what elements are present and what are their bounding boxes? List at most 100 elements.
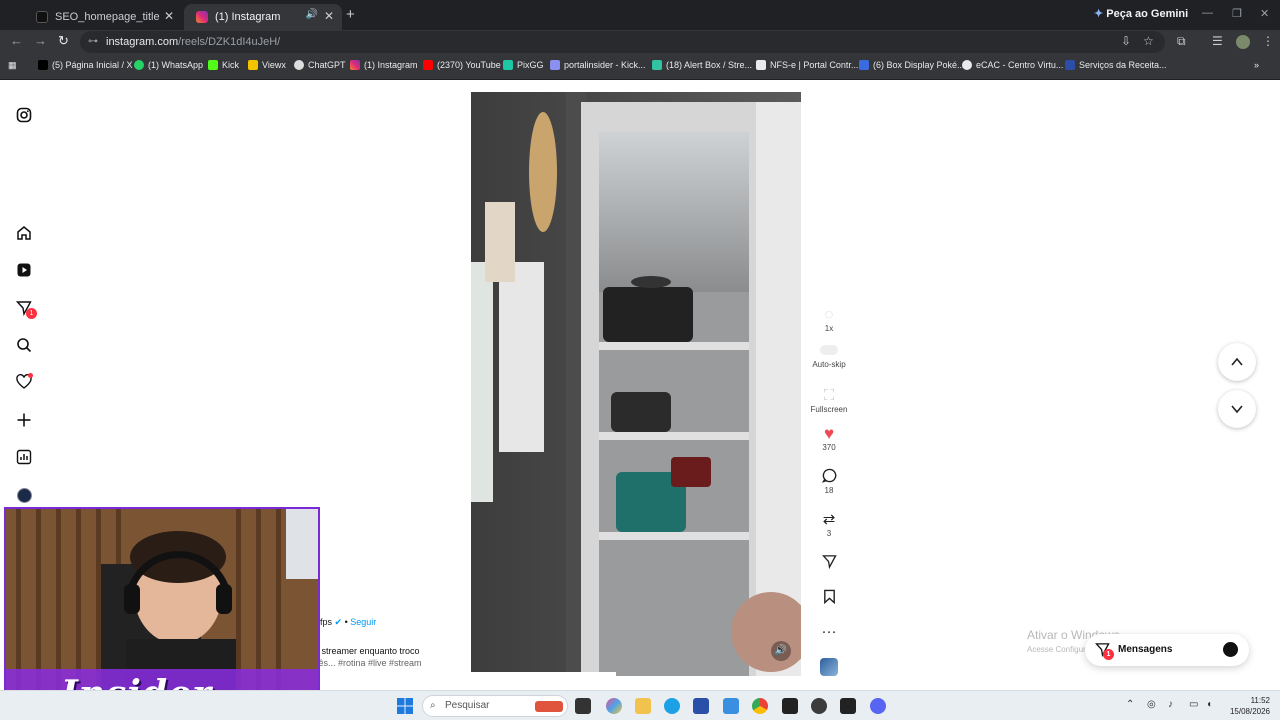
extensions-icon[interactable]: ⧉ xyxy=(1177,34,1186,49)
close-icon[interactable]: ✕ xyxy=(324,9,334,23)
reel-video-frame xyxy=(471,92,801,676)
search-icon[interactable] xyxy=(14,335,34,355)
new-tab-button[interactable]: + xyxy=(346,6,355,23)
taskbar-search-input[interactable]: ⌕ Pesquisar xyxy=(422,695,568,717)
install-app-icon[interactable]: ⇩ xyxy=(1121,34,1131,48)
autoskip-label: Auto-skip xyxy=(812,360,846,369)
previous-reel-button[interactable] xyxy=(1218,343,1256,381)
tab-label: (1) Instagram xyxy=(215,11,281,23)
taskbar-clock[interactable]: 11:52 15/08/2026 xyxy=(1226,695,1270,717)
bookmark-instagram[interactable]: (1) Instagram xyxy=(350,60,418,70)
back-icon[interactable]: ← xyxy=(10,33,23,48)
store-icon[interactable] xyxy=(693,698,709,714)
copilot-icon[interactable] xyxy=(606,698,622,714)
microphone-icon[interactable]: ♪ xyxy=(1168,699,1173,710)
comment-button[interactable]: 18 xyxy=(809,468,849,495)
forward-icon[interactable]: → xyxy=(34,33,47,48)
volume-icon[interactable]: ◖ xyxy=(1206,699,1212,710)
audio-thumbnail[interactable] xyxy=(809,658,849,678)
bookmark-whatsapp[interactable]: (1) WhatsApp xyxy=(134,60,203,70)
outlook-icon[interactable] xyxy=(723,698,739,714)
volume-icon[interactable]: 🔊 xyxy=(771,641,791,661)
author-name[interactable]: fps xyxy=(320,617,332,627)
home-icon[interactable] xyxy=(14,223,34,243)
streamer-webcam-overlay: Insider xyxy=(4,507,320,720)
bookmark-label: PixGG xyxy=(517,60,544,70)
follow-button[interactable]: Seguir xyxy=(350,617,376,627)
notifications-heart-icon[interactable] xyxy=(14,372,34,392)
create-icon[interactable] xyxy=(14,410,34,430)
autoskip-toggle[interactable]: Auto-skip xyxy=(807,342,851,369)
fullscreen-button[interactable]: ⛶ Fullscreen xyxy=(807,387,851,414)
obs-icon[interactable] xyxy=(811,698,827,714)
bookmark-youtube[interactable]: (2370) YouTube xyxy=(423,60,501,70)
bookmark-star-icon[interactable]: ☆ xyxy=(1143,34,1154,48)
tab-search-icon[interactable]: ☰ xyxy=(1212,34,1223,48)
bookmark-pixgg[interactable]: PixGG xyxy=(503,60,544,70)
dashboard-icon[interactable] xyxy=(14,447,34,467)
comment-icon xyxy=(809,468,849,486)
bookmark-portalinsider[interactable]: portalinsider - Kick... xyxy=(550,60,646,70)
profile-avatar[interactable] xyxy=(1236,35,1250,49)
streamelements-icon xyxy=(652,60,662,70)
playback-speed-button[interactable]: ◌ 1x xyxy=(809,306,849,333)
bookmark-receita[interactable]: Serviços da Receita... xyxy=(1065,60,1167,70)
reel-video[interactable]: 🔊 xyxy=(471,92,801,676)
reels-icon[interactable] xyxy=(14,260,34,280)
tray-app-icon[interactable]: ◎ xyxy=(1147,699,1156,710)
task-view-icon[interactable] xyxy=(575,698,591,714)
close-icon[interactable]: ✕ xyxy=(164,9,174,23)
site-info-icon[interactable]: ⊶ xyxy=(88,31,98,53)
tiktok-icon xyxy=(36,11,48,23)
bookmark-label: (6) Box Display Poké... xyxy=(873,60,965,70)
bookmark-chatgpt[interactable]: ChatGPT xyxy=(294,60,346,70)
speaker-icon[interactable]: 🔊 xyxy=(306,9,318,20)
profile-avatar[interactable] xyxy=(14,485,34,505)
minimize-icon[interactable]: — xyxy=(1202,7,1213,19)
discord-icon[interactable] xyxy=(870,698,886,714)
close-window-icon[interactable]: ✕ xyxy=(1260,7,1269,20)
chatgpt-icon xyxy=(294,60,304,70)
bookmark-ecac[interactable]: eCAC - Centro Virtu... xyxy=(962,60,1063,70)
messages-button[interactable]: 1 Mensagens xyxy=(1085,634,1249,666)
tab-instagram[interactable]: (1) Instagram 🔊 ✕ xyxy=(184,4,342,30)
bookmark-label: (5) Página Inicial / X xyxy=(52,60,133,70)
url-path: /reels/DZK1dI4uJeH/ xyxy=(178,36,281,48)
gemini-button[interactable]: ✦ Peça ao Gemini xyxy=(1094,7,1188,20)
bookmark-alertbox[interactable]: (18) Alert Box / Stre... xyxy=(652,60,752,70)
next-reel-button[interactable] xyxy=(1218,390,1256,428)
verified-icon: ✔ xyxy=(334,617,343,627)
windows-start-icon[interactable] xyxy=(397,698,413,714)
bookmark-boxdisplay[interactable]: (6) Box Display Poké... xyxy=(859,60,965,70)
menu-icon[interactable]: ⋮ xyxy=(1262,34,1274,48)
bookmark-nfse[interactable]: NFS-e | Portal Contr... xyxy=(756,60,858,70)
box-icon xyxy=(859,60,869,70)
direct-messages-icon[interactable]: 1 xyxy=(14,298,37,319)
like-button[interactable]: ♥ 370 xyxy=(809,425,849,453)
tab-seo[interactable]: SEO_homepage_title ✕ xyxy=(24,4,182,30)
repost-count: 3 xyxy=(826,529,832,538)
bookmark-viewx[interactable]: Viewx xyxy=(248,60,286,70)
more-options-button[interactable]: ··· xyxy=(809,623,849,641)
bookmark-x[interactable]: (5) Página Inicial / X xyxy=(38,60,133,70)
save-button[interactable] xyxy=(809,589,849,607)
edge-icon[interactable] xyxy=(664,698,680,714)
capcut-icon[interactable] xyxy=(782,698,798,714)
caption-tags[interactable]: cês... #rotina #live #stream xyxy=(314,657,464,669)
fullscreen-label: Fullscreen xyxy=(810,405,848,414)
maximize-icon[interactable]: ❐ xyxy=(1232,7,1242,20)
bookmark-kick[interactable]: Kick xyxy=(208,60,239,70)
bookmark-label: (18) Alert Box / Stre... xyxy=(666,60,753,70)
repost-button[interactable]: ⇄ 3 xyxy=(809,511,849,538)
chrome-icon[interactable] xyxy=(752,698,768,714)
network-icon[interactable]: ▭ xyxy=(1189,699,1198,710)
address-bar[interactable]: ⊶ instagram.com/reels/DZK1dI4uJeH/ xyxy=(80,31,1165,53)
app-icon[interactable] xyxy=(840,698,856,714)
more-bookmarks-icon[interactable]: » xyxy=(1254,60,1259,70)
apps-icon[interactable]: ▦ xyxy=(8,60,17,71)
reload-icon[interactable]: ↻ xyxy=(58,33,69,49)
file-explorer-icon[interactable] xyxy=(635,698,651,714)
share-button[interactable] xyxy=(809,554,849,572)
instagram-logo-icon[interactable] xyxy=(14,105,34,125)
tray-chevron-up-icon[interactable]: ⌃ xyxy=(1126,699,1134,710)
